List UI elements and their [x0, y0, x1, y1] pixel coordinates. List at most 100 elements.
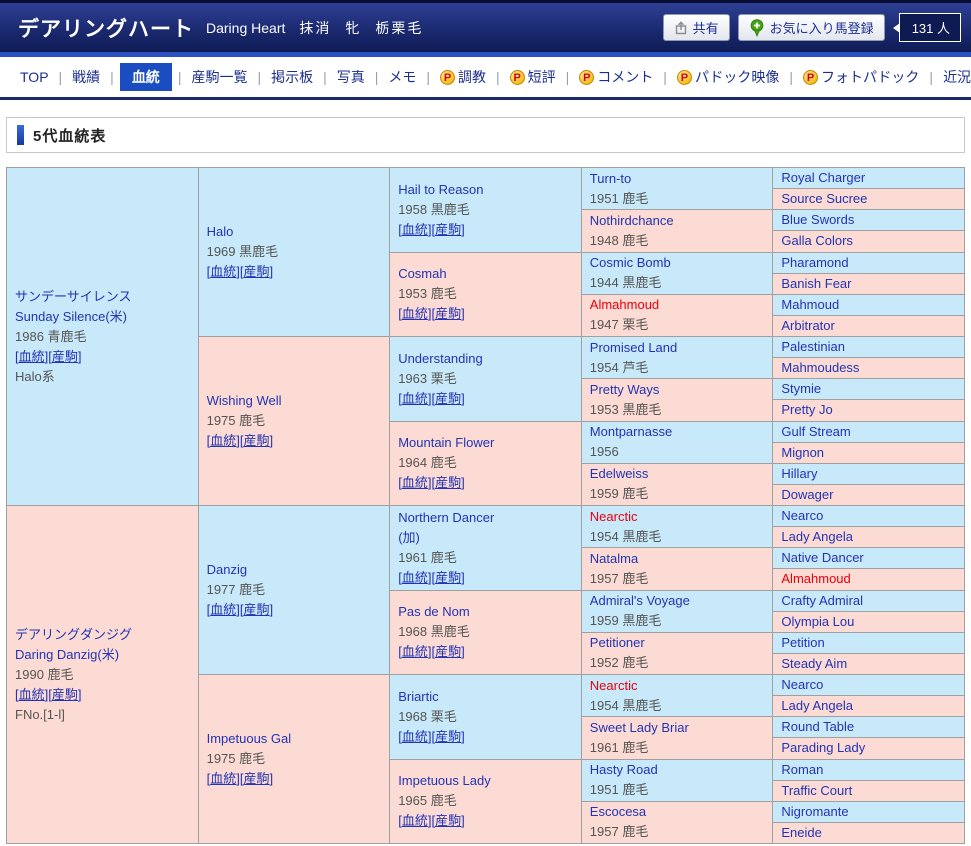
- offspring-link[interactable]: 産駒: [243, 771, 269, 786]
- horse-name-link[interactable]: Cosmic Bomb: [590, 253, 769, 273]
- horse-name-link[interactable]: Mahmoud: [781, 295, 960, 315]
- blood-link[interactable]: 血統: [19, 349, 45, 364]
- horse-name-link[interactable]: Escocesa: [590, 802, 769, 822]
- horse-name-link[interactable]: Dowager: [781, 485, 960, 505]
- horse-name-link[interactable]: Almahmoud: [590, 295, 769, 315]
- offspring-link[interactable]: 産駒: [435, 306, 461, 321]
- horse-name-link[interactable]: Briartic: [398, 687, 577, 707]
- horse-name-link[interactable]: Galla Colors: [781, 231, 960, 251]
- horse-name-link[interactable]: Royal Charger: [781, 168, 960, 188]
- horse-name-link[interactable]: Lady Angela: [781, 696, 960, 716]
- horse-name-link[interactable]: Arbitrator: [781, 316, 960, 336]
- tab-調教[interactable]: P 調教: [436, 64, 490, 90]
- tab-メモ[interactable]: メモ: [384, 64, 420, 90]
- tab-写真[interactable]: 写真: [333, 64, 369, 90]
- offspring-link[interactable]: 産駒: [243, 433, 269, 448]
- horse-name-link[interactable]: Northern Dancer: [398, 508, 577, 528]
- blood-link[interactable]: 血統: [402, 570, 428, 585]
- horse-name-link[interactable]: Blue Swords: [781, 210, 960, 230]
- offspring-link[interactable]: 産駒: [243, 264, 269, 279]
- horse-name-link[interactable]: Admiral's Voyage: [590, 591, 769, 611]
- offspring-link[interactable]: 産駒: [243, 602, 269, 617]
- blood-link[interactable]: 血統: [210, 771, 236, 786]
- horse-name-link[interactable]: Petitioner: [590, 633, 769, 653]
- horse-name-link[interactable]: サンデーサイレンス: [15, 287, 194, 307]
- offspring-link[interactable]: 産駒: [435, 644, 461, 659]
- blood-link[interactable]: 血統: [402, 729, 428, 744]
- horse-name-link[interactable]: Natalma: [590, 549, 769, 569]
- tab-TOP[interactable]: TOP: [16, 66, 53, 88]
- horse-name-link[interactable]: Source Sucree: [781, 189, 960, 209]
- blood-link[interactable]: 血統: [19, 687, 45, 702]
- blood-link[interactable]: 血統: [402, 644, 428, 659]
- offspring-link[interactable]: 産駒: [52, 687, 78, 702]
- horse-name-link[interactable]: Banish Fear: [781, 274, 960, 294]
- horse-name-link[interactable]: Mignon: [781, 443, 960, 463]
- offspring-link[interactable]: 産駒: [435, 813, 461, 828]
- horse-name-link[interactable]: Mountain Flower: [398, 433, 577, 453]
- horse-name-en-link[interactable]: Daring Danzig(米): [15, 645, 194, 665]
- horse-name-link[interactable]: Traffic Court: [781, 781, 960, 801]
- horse-name-link[interactable]: Impetuous Gal: [207, 729, 386, 749]
- blood-link[interactable]: 血統: [402, 813, 428, 828]
- tab-掲示板[interactable]: 掲示板: [267, 64, 317, 90]
- horse-name-link[interactable]: Parading Lady: [781, 738, 960, 758]
- horse-name-link[interactable]: Halo: [207, 222, 386, 242]
- horse-name-link[interactable]: Pretty Jo: [781, 400, 960, 420]
- blood-link[interactable]: 血統: [210, 433, 236, 448]
- horse-name-link[interactable]: Hail to Reason: [398, 180, 577, 200]
- horse-name-link[interactable]: Montparnasse: [590, 422, 769, 442]
- horse-name-link[interactable]: Turn-to: [590, 169, 769, 189]
- horse-name-link[interactable]: Nearco: [781, 506, 960, 526]
- horse-name-link[interactable]: Olympia Lou: [781, 612, 960, 632]
- horse-name-link[interactable]: Pharamond: [781, 253, 960, 273]
- blood-link[interactable]: 血統: [402, 391, 428, 406]
- blood-link[interactable]: 血統: [402, 222, 428, 237]
- horse-name-link[interactable]: Round Table: [781, 717, 960, 737]
- horse-name-link[interactable]: Nearctic: [590, 676, 769, 696]
- horse-name-link[interactable]: Nothirdchance: [590, 211, 769, 231]
- horse-name-link[interactable]: Mahmoudess: [781, 358, 960, 378]
- horse-name-link[interactable]: Stymie: [781, 379, 960, 399]
- favorite-button[interactable]: お気に入り馬登録: [737, 14, 885, 41]
- offspring-link[interactable]: 産駒: [435, 729, 461, 744]
- tab-戦績[interactable]: 戦績: [68, 64, 104, 90]
- horse-name-link[interactable]: Steady Aim: [781, 654, 960, 674]
- horse-name-link[interactable]: Pas de Nom: [398, 602, 577, 622]
- horse-name-link[interactable]: Nearco: [781, 675, 960, 695]
- horse-name-link[interactable]: Lady Angela: [781, 527, 960, 547]
- horse-name-link[interactable]: Nearctic: [590, 507, 769, 527]
- horse-name-link[interactable]: Hasty Road: [590, 760, 769, 780]
- blood-link[interactable]: 血統: [402, 306, 428, 321]
- horse-name-link[interactable]: Native Dancer: [781, 548, 960, 568]
- tab-産駒一覧[interactable]: 産駒一覧: [187, 64, 251, 90]
- horse-name-link[interactable]: Hillary: [781, 464, 960, 484]
- tab-フォトパドック[interactable]: P フォトパドック: [799, 64, 923, 90]
- blood-link[interactable]: 血統: [210, 264, 236, 279]
- offspring-link[interactable]: 産駒: [435, 475, 461, 490]
- horse-name-en-link[interactable]: Sunday Silence(米): [15, 307, 194, 327]
- offspring-link[interactable]: 産駒: [52, 349, 78, 364]
- horse-name-link[interactable]: Danzig: [207, 560, 386, 580]
- share-button[interactable]: 共有: [662, 14, 730, 41]
- offspring-link[interactable]: 産駒: [435, 391, 461, 406]
- horse-name-link[interactable]: Impetuous Lady: [398, 771, 577, 791]
- tab-コメント[interactable]: P コメント: [575, 64, 657, 90]
- horse-name-link[interactable]: Sweet Lady Briar: [590, 718, 769, 738]
- horse-name-link[interactable]: Almahmoud: [781, 569, 960, 589]
- horse-name-link[interactable]: Cosmah: [398, 264, 577, 284]
- blood-link[interactable]: 血統: [402, 475, 428, 490]
- horse-name-link[interactable]: Pretty Ways: [590, 380, 769, 400]
- horse-name-link[interactable]: Edelweiss: [590, 464, 769, 484]
- horse-name-link[interactable]: デアリングダンジグ: [15, 625, 194, 645]
- tab-パドック映像[interactable]: P パドック映像: [673, 64, 783, 90]
- horse-name-link[interactable]: Wishing Well: [207, 391, 386, 411]
- offspring-link[interactable]: 産駒: [435, 570, 461, 585]
- horse-name-link[interactable]: Palestinian: [781, 337, 960, 357]
- tab-近況[interactable]: 近況: [939, 64, 971, 90]
- tab-血統[interactable]: 血統: [119, 63, 172, 91]
- horse-name-link[interactable]: Eneide: [781, 823, 960, 843]
- horse-name-link[interactable]: Promised Land: [590, 338, 769, 358]
- horse-name-link[interactable]: Understanding: [398, 349, 577, 369]
- horse-name-link[interactable]: Crafty Admiral: [781, 591, 960, 611]
